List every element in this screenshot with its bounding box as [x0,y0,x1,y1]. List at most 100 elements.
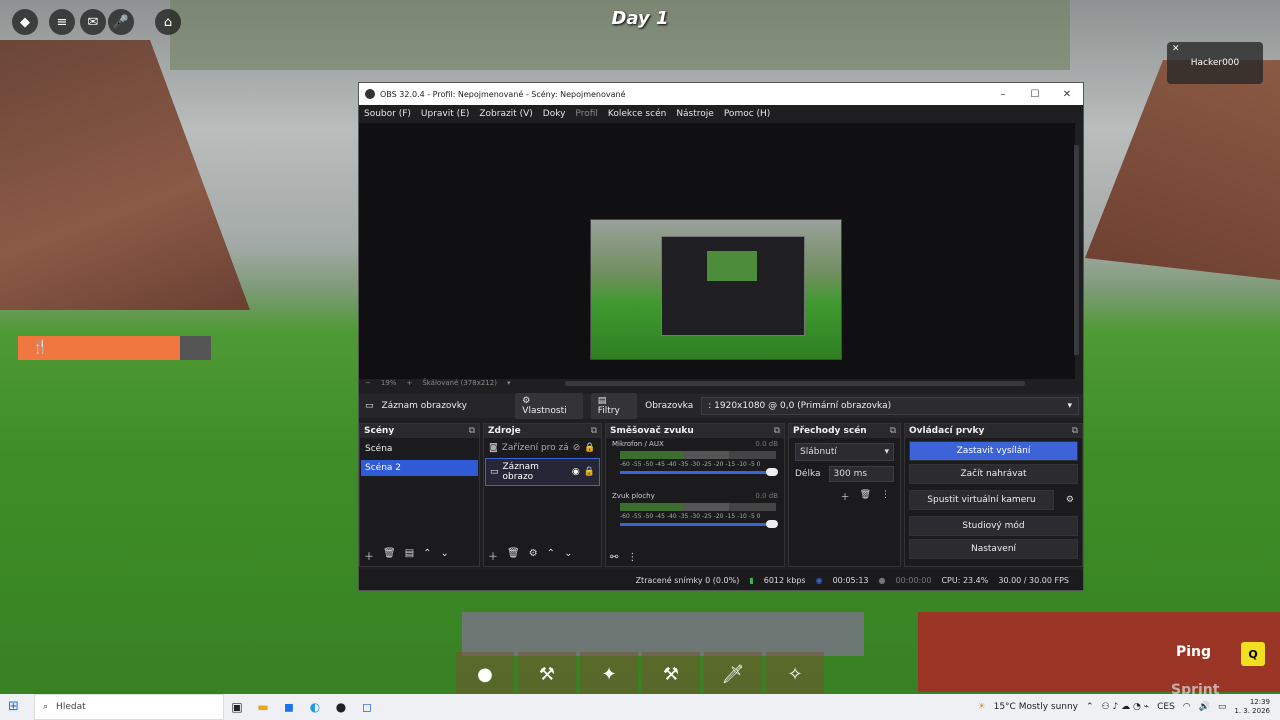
lock-icon[interactable]: 🔒 [584,467,595,477]
volume-slider[interactable] [620,471,776,474]
volume-slider[interactable] [620,523,776,526]
more-icon[interactable]: ⋮ [627,552,637,563]
start-virtual-camera-button[interactable]: Spustit virtuální kameru [909,490,1054,510]
preview-vertical-scrollbar[interactable] [1074,145,1079,355]
menu-view[interactable]: Zobrazit (V) [479,109,532,119]
more-icon[interactable]: ⋮ [881,490,890,503]
filters-button[interactable]: ▤ Filtry [590,393,638,419]
scene-item-active[interactable]: Scéna 2 [361,460,478,476]
microphone-icon[interactable]: 🎤 [108,9,134,35]
settings-button[interactable]: Nastavení [909,539,1078,559]
scene-item[interactable]: Scéna [361,441,478,457]
language[interactable]: CES [1157,702,1175,712]
move-down-icon[interactable]: ⌄ [564,548,572,563]
menu-file[interactable]: Soubor (F) [364,109,411,119]
battery-icon[interactable]: ▭ [1218,702,1227,712]
roblox-studio-icon[interactable]: ◻ [354,700,380,714]
chevron-down-icon[interactable]: ▾ [507,379,511,387]
maximize-icon[interactable]: ☐ [1019,89,1051,100]
mixer-title: Směšovač zvuku [610,426,694,436]
display-select[interactable]: : 1920x1080 @ 0,0 (Primární obrazovka) ▾ [701,397,1079,415]
dock-undock-icon[interactable]: ⧉ [1072,426,1078,436]
windows-start-icon[interactable]: ⊞ [8,699,19,714]
move-up-icon[interactable]: ⌃ [423,548,431,563]
tray-icons[interactable]: ⚇ ♪ ☁ ◔ ⌁ [1102,702,1150,712]
zoom-in-icon[interactable]: + [406,379,412,387]
volume-icon[interactable]: 🔊 [1199,702,1210,712]
dock-undock-icon[interactable]: ⧉ [591,426,597,436]
menu-edit[interactable]: Upravit (E) [421,109,469,119]
taskbar-search[interactable]: ⌕ Hledat [34,694,224,720]
start-recording-button[interactable]: Začít nahrávat [909,464,1078,484]
eye-icon[interactable]: ◉ [572,467,580,477]
obs-icon[interactable]: ● [328,700,354,714]
volume-slider-handle[interactable] [766,468,778,476]
hamburger-menu-icon[interactable]: ≡ [49,9,75,35]
menu-profile[interactable]: Profil [575,109,597,119]
dropped-frames: Ztracené snímky 0 (0.0%) [635,575,740,585]
file-explorer-icon[interactable]: ▬ [250,700,276,714]
chevron-up-icon[interactable]: ⌃ [1086,702,1094,712]
duration-input[interactable]: 300 ms [828,466,894,482]
clock[interactable]: 12:39 1. 3. 2026 [1234,698,1270,716]
gear-icon[interactable]: ⚙ [1058,495,1082,505]
source-item[interactable]: ◙ Zařízení pro zá ⊘ 🔒 [485,440,600,456]
dock-undock-icon[interactable]: ⧉ [774,426,780,436]
source-item-label: Zařízení pro zá [501,443,569,453]
studio-mode-button[interactable]: Studiový mód [909,516,1078,536]
hotbar-slot-hammer[interactable]: ⚒ [642,652,700,696]
trash-icon[interactable]: 🗑 [860,490,871,503]
obs-menubar: Soubor (F) Upravit (E) Zobrazit (V) Doky… [359,105,1083,123]
eye-hidden-icon[interactable]: ⊘ [573,443,581,453]
lock-icon[interactable]: 🔒 [584,443,595,453]
wifi-icon[interactable]: ◠ [1183,702,1191,712]
menu-tools[interactable]: Nástroje [676,109,714,119]
chat-icon[interactable]: ✉ [80,9,106,35]
store-icon[interactable]: ◼ [276,700,302,714]
close-icon[interactable]: ✕ [1172,44,1180,54]
stop-streaming-button[interactable]: Zastavit vysílání [909,441,1078,461]
tree-trunk-left [0,40,250,310]
scenes-title: Scény [364,426,395,436]
trash-icon[interactable]: 🗑 [507,548,520,563]
properties-button[interactable]: ⚙ Vlastnosti [515,393,583,419]
dock-undock-icon[interactable]: ⧉ [890,426,896,436]
trash-icon[interactable]: 🗑 [383,548,396,563]
hotbar-slot-torch[interactable]: ✦ [580,652,638,696]
scale-select[interactable]: Škálované (378x212) [422,379,497,387]
ping-key[interactable]: Q [1241,642,1265,666]
add-icon[interactable]: ＋ [841,490,850,503]
edge-icon[interactable]: ◐ [302,700,328,714]
dock-undock-icon[interactable]: ⧉ [469,426,475,436]
hotbar-slot-sack[interactable]: ● [456,652,514,696]
backpack-icon[interactable]: ⌂ [155,9,181,35]
hotbar-slot-knife[interactable]: 🗡 [704,652,762,696]
zoom-out-icon[interactable]: − [365,379,371,387]
hotbar-slot-gun[interactable]: ✧ [766,652,824,696]
link-icon[interactable]: ⚯ [610,552,618,563]
task-view-icon[interactable]: ▣ [224,700,250,714]
move-up-icon[interactable]: ⌃ [547,548,555,563]
close-icon[interactable]: ✕ [1051,89,1083,100]
move-down-icon[interactable]: ⌄ [441,548,449,563]
minimize-icon[interactable]: – [987,89,1019,100]
hotbar-slot-axe[interactable]: ⚒ [518,652,576,696]
volume-slider-handle[interactable] [766,520,778,528]
add-icon[interactable]: ＋ [364,548,374,563]
preview-area[interactable] [359,123,1075,379]
preview-nested-window [661,236,805,336]
weather-text[interactable]: 15°C Mostly sunny [994,702,1078,712]
roblox-menu-icon[interactable]: ◆ [12,9,38,35]
meter-ticks: -60 -55 -50 -45 -40 -35 -30 -25 -20 -15 … [620,513,761,520]
add-icon[interactable]: ＋ [488,548,498,563]
preview-horizontal-scrollbar[interactable] [565,381,1025,386]
menu-help[interactable]: Pomoc (H) [724,109,771,119]
transition-select[interactable]: Slábnutí ▾ [795,443,894,461]
filter-icon[interactable]: ▤ [405,548,414,563]
gear-icon[interactable]: ⚙ [529,548,538,563]
audio-mixer-dock: Směšovač zvuku ⧉ Mikrofon / AUX 0.0 dB -6… [605,423,785,567]
menu-docks[interactable]: Doky [543,109,566,119]
menu-scene-collection[interactable]: Kolekce scén [608,109,666,119]
source-item-active[interactable]: ▭ Záznam obrazo ◉ 🔒 [485,458,600,486]
duration-label: Délka [795,469,821,479]
